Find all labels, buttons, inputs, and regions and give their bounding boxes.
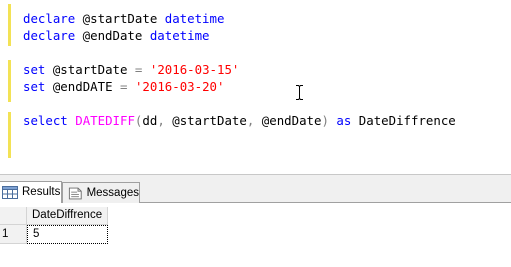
code-token: datetime — [164, 11, 225, 26]
change-marker — [8, 4, 11, 46]
change-marker — [8, 60, 11, 102]
query-editor[interactable]: declare @startDate datetime declare @end… — [0, 0, 511, 174]
code-token: @startDate — [45, 62, 135, 77]
code-line[interactable]: select DATEDIFF(dd, @startDate, @endDate… — [23, 113, 456, 129]
code-token: @endDate — [254, 113, 322, 128]
grid-icon — [2, 186, 18, 199]
change-marker — [8, 112, 11, 158]
result-cell-value: 5 — [33, 228, 40, 240]
row-number-label: 1 — [2, 228, 9, 240]
code-token: set — [23, 62, 46, 77]
code-token: as — [336, 113, 352, 128]
tab-results[interactable]: Results — [0, 181, 62, 203]
row-header-corner[interactable] — [0, 207, 27, 225]
code-token: set — [23, 79, 46, 94]
code-token: '2016-03-15' — [149, 62, 240, 77]
column-header-label: DateDiffrence — [32, 209, 103, 221]
messages-icon — [68, 187, 82, 199]
code-token: @startDate — [164, 113, 247, 128]
code-line[interactable]: set @startDate = '2016-03-15' — [23, 62, 239, 78]
code-token: datetime — [149, 28, 210, 43]
code-token: '2016-03-20' — [134, 79, 225, 94]
column-header[interactable]: DateDiffrence — [27, 207, 108, 225]
code-line[interactable]: set @endDATE = '2016-03-20' — [23, 79, 224, 95]
code-token: dd — [142, 113, 158, 128]
results-grid: DateDiffrence 1 5 — [0, 204, 511, 267]
code-token: DateDiffrence — [351, 113, 456, 128]
tab-messages-label: Messages — [86, 186, 139, 199]
code-line[interactable]: declare @startDate datetime — [23, 11, 224, 27]
results-tab-strip: Results Messages — [0, 180, 511, 203]
code-token: @startDate — [75, 11, 165, 26]
code-token: declare — [23, 11, 76, 26]
code-token: , — [157, 113, 165, 128]
code-line[interactable]: declare @endDate datetime — [23, 28, 210, 44]
text-cursor-icon — [296, 85, 303, 100]
code-token: @endDATE — [45, 79, 120, 94]
tab-results-label: Results — [22, 186, 61, 198]
code-token: @endDate — [75, 28, 150, 43]
code-token: DATEDIFF — [75, 113, 135, 128]
code-token: declare — [23, 28, 76, 43]
tab-messages[interactable]: Messages — [62, 182, 140, 203]
code-token: ) — [321, 113, 329, 128]
result-cell[interactable]: 5 — [27, 225, 108, 244]
code-token: select — [23, 113, 68, 128]
row-number[interactable]: 1 — [0, 225, 27, 244]
